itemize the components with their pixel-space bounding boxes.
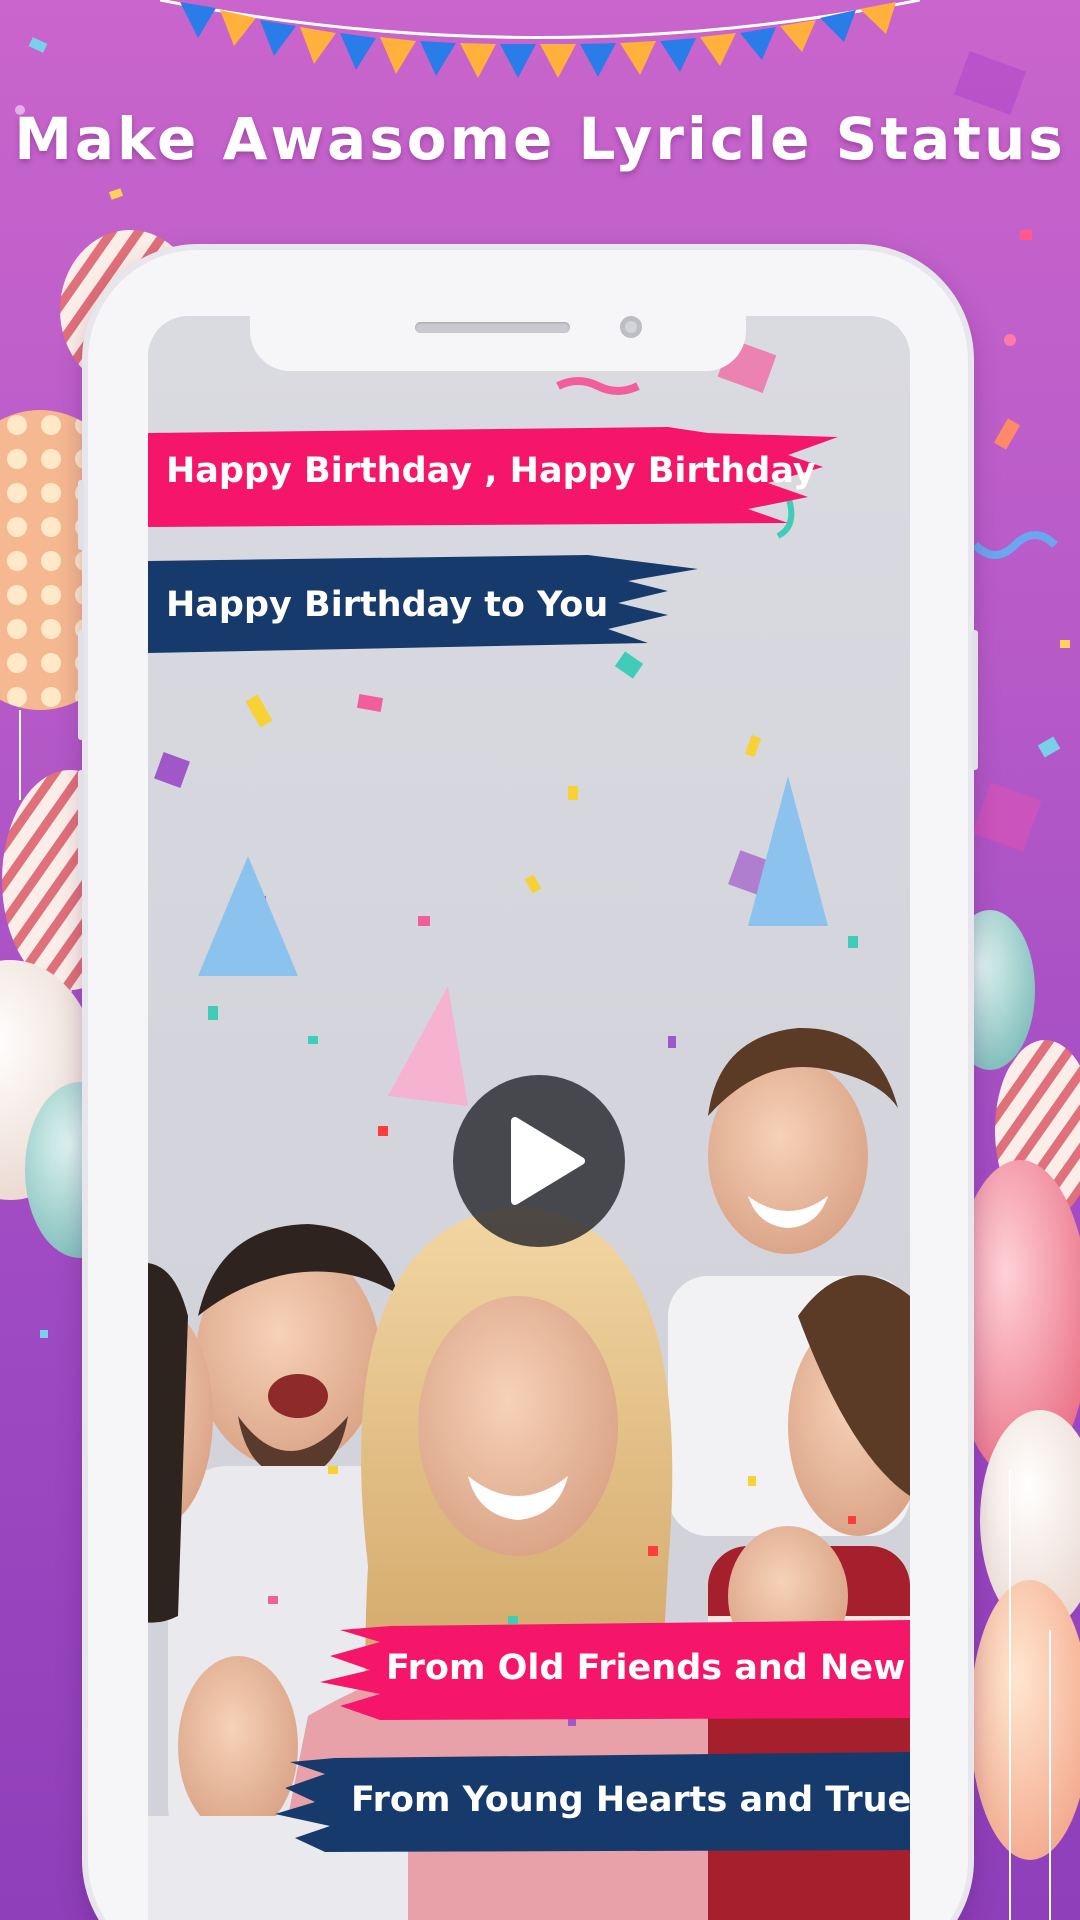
speaker-grille xyxy=(415,322,570,333)
phone-side-button xyxy=(78,480,84,550)
lyric-line-1: Happy Birthday , Happy Birthday xyxy=(166,451,816,491)
promo-screen: Make Awasome Lyricle Status Happy Birthd… xyxy=(0,0,1080,1920)
lyric-line-4: From Young Hearts and True xyxy=(351,1780,912,1820)
lyric-line-3: From Old Friends and New xyxy=(386,1648,906,1688)
play-icon xyxy=(511,1117,585,1205)
lyric-line-2: Happy Birthday to You xyxy=(166,585,609,625)
play-button[interactable] xyxy=(453,1075,625,1247)
phone-power-button xyxy=(972,630,978,770)
phone-volume-down-button xyxy=(78,770,84,880)
phone-volume-up-button xyxy=(78,630,84,740)
front-camera xyxy=(620,316,642,338)
